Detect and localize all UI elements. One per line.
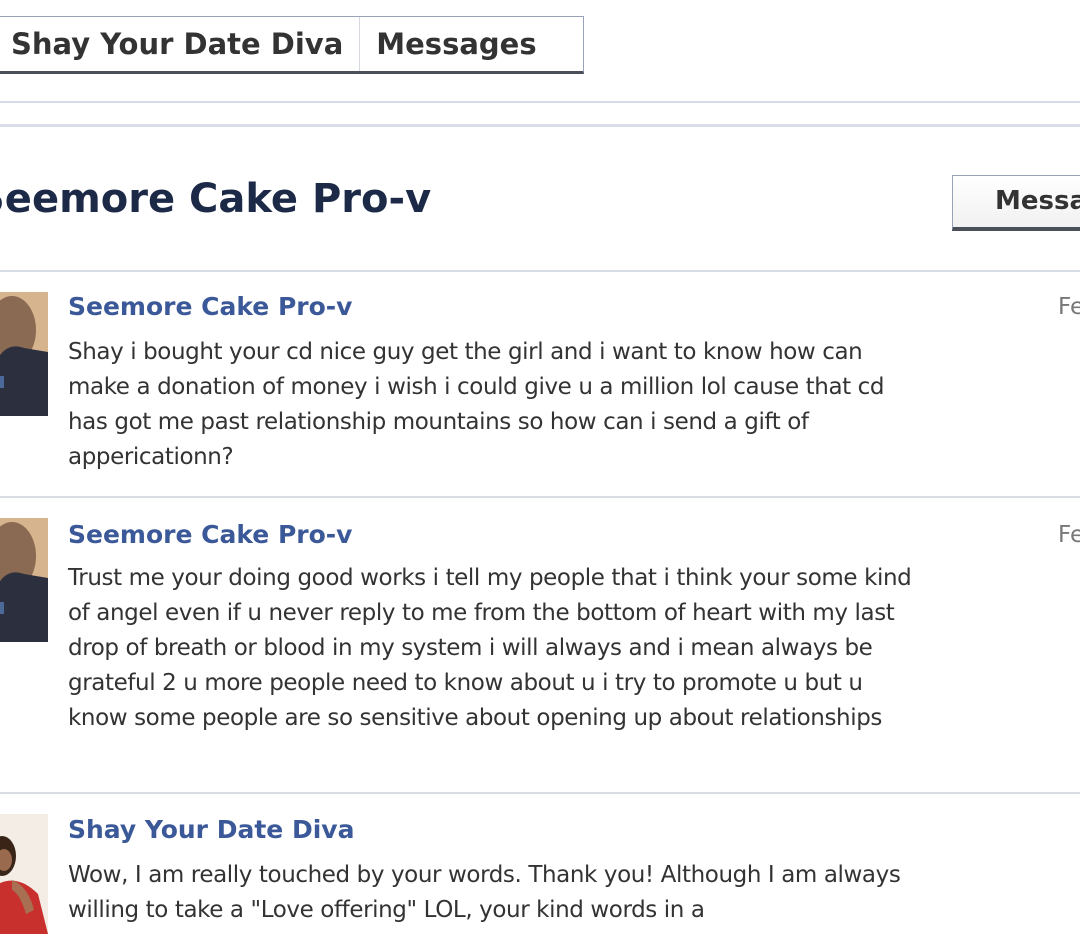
message-author-link[interactable]: Shay Your Date Diva: [68, 815, 354, 844]
divider: [0, 101, 1080, 103]
message-body: Trust me your doing good works i tell my…: [68, 565, 912, 731]
message-author-link[interactable]: Seemore Cake Pro-v: [68, 292, 352, 321]
message-author-link[interactable]: Seemore Cake Pro-v: [68, 520, 352, 549]
message-body: Wow, I am really touched by your words. …: [68, 862, 901, 923]
message-button[interactable]: Messa: [952, 175, 1080, 231]
breadcrumb-messages-link[interactable]: Messages: [360, 17, 552, 71]
thread-title: Seemore Cake Pro-v: [0, 176, 432, 222]
breadcrumb: Shay Your Date Diva Messages: [0, 16, 584, 74]
divider: [0, 496, 1080, 498]
divider: [0, 270, 1080, 272]
avatar[interactable]: [0, 292, 48, 416]
message-body: Shay i bought your cd nice guy get the g…: [68, 339, 885, 470]
message-date: Fe: [1058, 294, 1080, 320]
message-date: Fe: [1058, 522, 1080, 548]
avatar[interactable]: [0, 814, 48, 934]
divider: [0, 792, 1080, 794]
divider: [0, 124, 1080, 127]
breadcrumb-profile-link[interactable]: Shay Your Date Diva: [0, 17, 361, 71]
messages-page: Shay Your Date Diva Messages Seemore Cak…: [0, 0, 1080, 934]
avatar[interactable]: [0, 518, 48, 642]
